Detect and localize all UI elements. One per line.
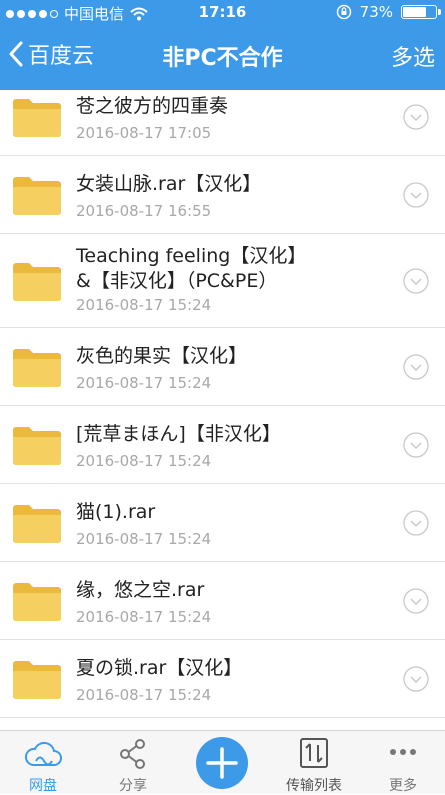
chevron-down-icon[interactable] bbox=[403, 432, 429, 458]
chevron-down-icon[interactable] bbox=[403, 588, 429, 614]
tab-label: 网盘 bbox=[29, 778, 57, 794]
file-list-item[interactable]: 猫(1).rar 2016-08-17 15:24 bbox=[0, 484, 445, 562]
cloud-icon bbox=[24, 741, 62, 766]
folder-icon bbox=[13, 427, 61, 465]
file-name: 苍之彼方的四重奏 bbox=[76, 95, 229, 117]
folder-icon bbox=[13, 583, 61, 621]
bottom-tab-bar: 网盘 分享 传输列表 更多 bbox=[0, 730, 445, 794]
file-list-item[interactable]: 苍之彼方的四重奏 2016-08-17 17:05 bbox=[0, 90, 445, 156]
file-date: 2016-08-17 17:05 bbox=[76, 124, 212, 142]
file-name: Teaching feeling【汉化】 &【非汉化】（PC&PE） bbox=[76, 245, 307, 292]
add-icon bbox=[206, 747, 238, 779]
share-icon bbox=[120, 739, 145, 769]
file-date: 2016-08-17 15:24 bbox=[76, 296, 212, 314]
folder-icon bbox=[13, 263, 61, 301]
tab-netdisk[interactable]: 网盘 bbox=[8, 731, 78, 795]
file-date: 2016-08-17 16:55 bbox=[76, 202, 212, 220]
top-bar: 中国电信 17:16 73% 百度云 非PC不合作 多选 bbox=[0, 0, 445, 90]
back-button-label: 百度云 bbox=[28, 44, 95, 69]
chevron-down-icon[interactable] bbox=[403, 104, 429, 130]
folder-icon bbox=[13, 177, 61, 215]
more-icon bbox=[390, 749, 416, 755]
chevron-down-icon[interactable] bbox=[403, 510, 429, 536]
rotation-lock-icon bbox=[336, 4, 351, 20]
battery-percent: 73% bbox=[359, 3, 393, 21]
file-list-item[interactable]: Teaching feeling【汉化】 &【非汉化】（PC&PE） 2016-0… bbox=[0, 234, 445, 328]
battery-icon bbox=[401, 5, 441, 19]
file-list-item[interactable]: 灰色的果实【汉化】 2016-08-17 15:24 bbox=[0, 328, 445, 406]
tab-label: 分享 bbox=[119, 778, 147, 794]
status-bar: 中国电信 17:16 73% bbox=[0, 0, 445, 26]
chevron-down-icon[interactable] bbox=[403, 268, 429, 294]
transfer-icon bbox=[300, 738, 328, 768]
file-name: 灰色的果实【汉化】 bbox=[76, 345, 248, 367]
folder-icon bbox=[13, 99, 61, 137]
chevron-down-icon[interactable] bbox=[403, 182, 429, 208]
file-name: 夏の锁.rar【汉化】 bbox=[76, 657, 243, 679]
chevron-down-icon[interactable] bbox=[403, 354, 429, 380]
file-date: 2016-08-17 15:24 bbox=[76, 374, 212, 392]
back-button[interactable]: 百度云 bbox=[8, 38, 94, 70]
folder-icon bbox=[13, 349, 61, 387]
multi-select-button[interactable]: 多选 bbox=[391, 40, 435, 72]
file-list: 苍之彼方的四重奏 2016-08-17 17:05 女装山脉.rar【汉化】 2016… bbox=[0, 90, 445, 730]
file-list-item[interactable]: [荒草まほん]【非汉化】 2016-08-17 15:24 bbox=[0, 406, 445, 484]
file-date: 2016-08-17 15:24 bbox=[76, 530, 212, 548]
file-name: 猫(1).rar bbox=[76, 501, 156, 523]
tab-more[interactable]: 更多 bbox=[368, 731, 438, 795]
file-date: 2016-08-17 15:24 bbox=[76, 452, 212, 470]
tab-share[interactable]: 分享 bbox=[98, 731, 168, 795]
file-date: 2016-08-17 15:24 bbox=[76, 608, 212, 626]
file-list-item[interactable]: 缘，悠之空.rar 2016-08-17 15:24 bbox=[0, 562, 445, 640]
chevron-left-icon bbox=[9, 41, 23, 67]
file-name: 缘，悠之空.rar bbox=[76, 579, 205, 601]
tab-label: 传输列表 bbox=[286, 778, 342, 794]
file-name: [荒草まほん]【非汉化】 bbox=[76, 423, 281, 445]
folder-icon bbox=[13, 505, 61, 543]
navigation-bar: 百度云 非PC不合作 多选 bbox=[0, 26, 445, 86]
tab-transfer-list[interactable]: 传输列表 bbox=[279, 731, 349, 795]
file-list-item[interactable]: 夏の锁.rar【汉化】 2016-08-17 15:24 bbox=[0, 640, 445, 718]
folder-icon bbox=[13, 661, 61, 699]
chevron-down-icon[interactable] bbox=[403, 666, 429, 692]
add-button[interactable] bbox=[196, 737, 248, 789]
file-date: 2016-08-17 15:24 bbox=[76, 686, 212, 704]
file-name: 女装山脉.rar【汉化】 bbox=[76, 173, 262, 195]
tab-label: 更多 bbox=[389, 778, 417, 794]
file-list-item[interactable]: 女装山脉.rar【汉化】 2016-08-17 16:55 bbox=[0, 156, 445, 234]
